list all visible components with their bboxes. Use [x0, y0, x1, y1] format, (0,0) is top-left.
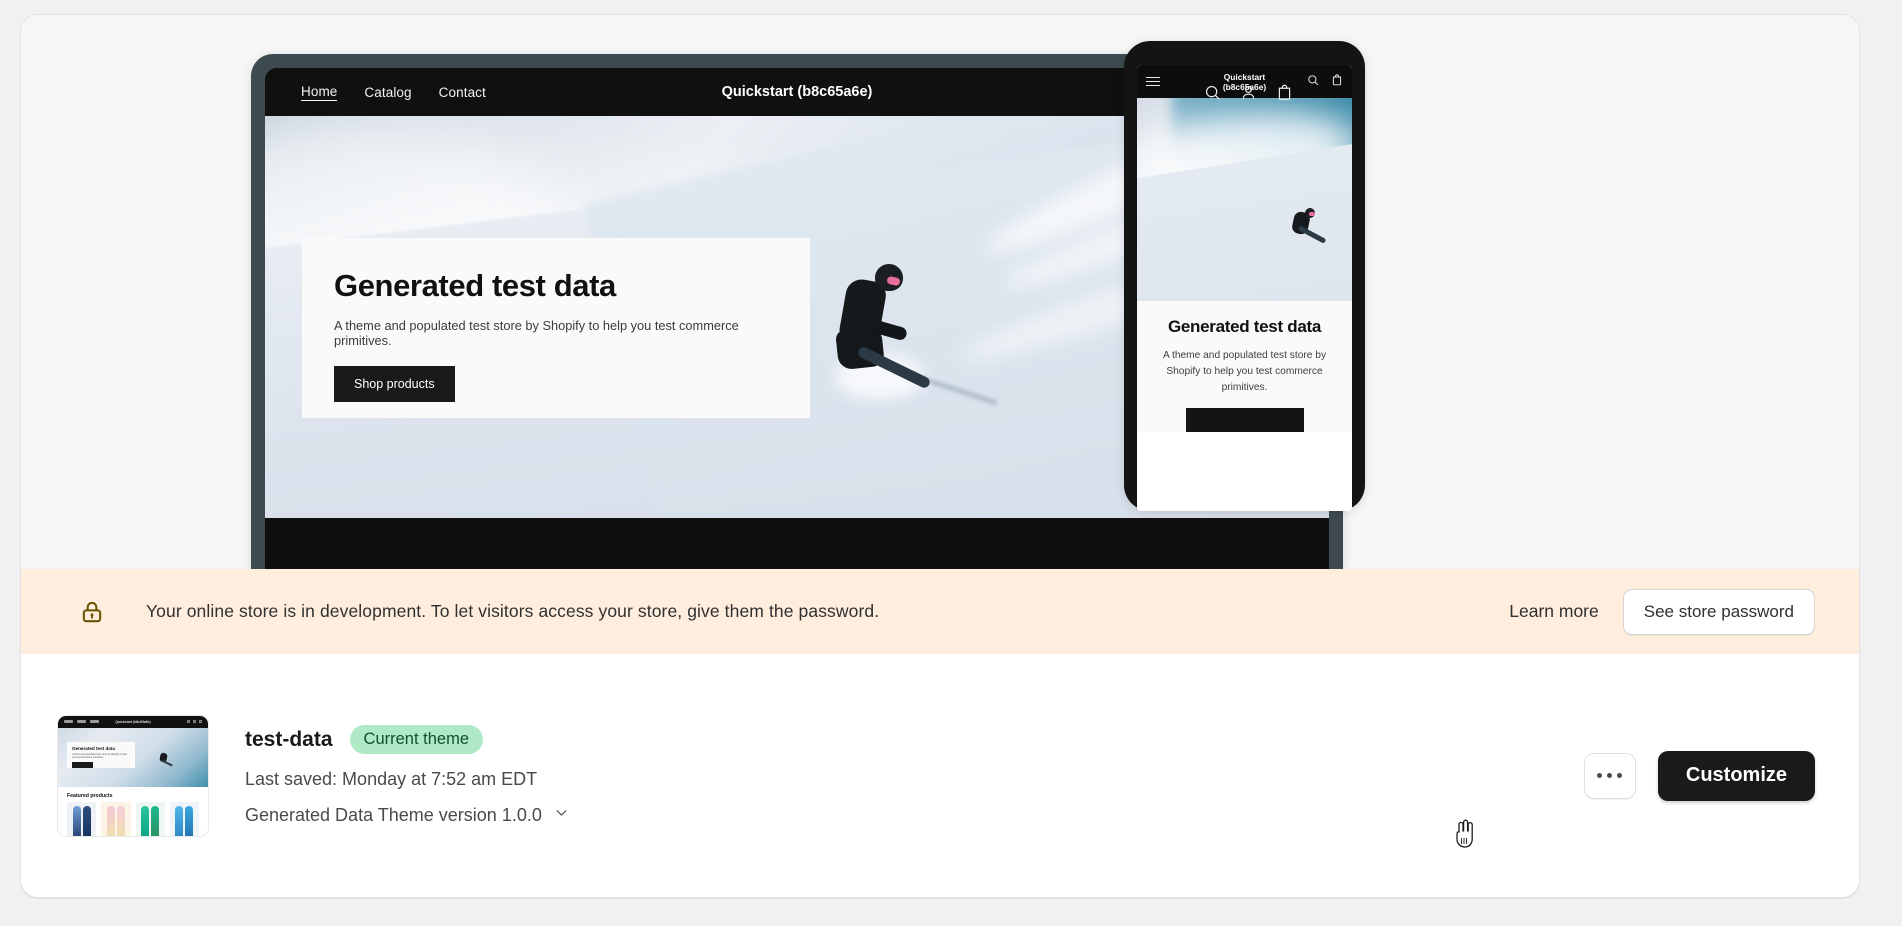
nav-link-home[interactable]: Home — [301, 84, 338, 101]
more-actions-button[interactable] — [1583, 752, 1636, 799]
thumbnail-hero: Generated test data A theme and populate… — [58, 727, 208, 787]
theme-row-actions: Customize — [1583, 750, 1815, 801]
thumbnail-product — [135, 801, 165, 836]
theme-name-row: test-data Current theme — [245, 725, 570, 754]
storefront-mobile-nav-icons — [1307, 73, 1343, 91]
search-icon[interactable] — [1204, 84, 1221, 101]
storefront-hero-card: Generated test data A theme and populate… — [302, 238, 810, 418]
theme-last-saved: Last saved: Monday at 7:52 am EDT — [245, 769, 538, 789]
thumbnail-store-title: Quickstart (b8c65a6e) — [115, 719, 151, 724]
cart-icon[interactable] — [1276, 84, 1293, 101]
theme-info: test-data Current theme Last saved: Mond… — [245, 725, 570, 826]
thumbnail-navbar: Quickstart (b8c65a6e) — [58, 715, 208, 728]
banner-actions: Learn more See store password — [1509, 588, 1815, 635]
mobile-hero-image — [1137, 98, 1352, 301]
dot — [1617, 773, 1623, 778]
customize-button[interactable]: Customize — [1657, 750, 1815, 801]
theme-thumbnail[interactable]: Quickstart (b8c65a6e) Generated test dat… — [57, 714, 209, 837]
hero-subtitle: A theme and populated test store by Shop… — [334, 318, 739, 348]
mobile-preview-screen: Quickstart (b8c65a6e) Generated test dat… — [1137, 65, 1352, 511]
thumbnail-hero-title: Generated test data — [72, 745, 115, 751]
theme-preview-card: Home Catalog Contact Quickstart (b8c65a6… — [20, 14, 1860, 898]
banner-message: Your online store is in development. To … — [146, 601, 880, 621]
development-store-banner: Your online store is in development. To … — [21, 569, 1859, 654]
mobile-preview-device: Quickstart (b8c65a6e) Generated test dat… — [1124, 41, 1365, 511]
thumbnail-hero-subtitle: A theme and populated test store by Shop… — [72, 752, 127, 759]
mobile-hero-title: Generated test data — [1167, 317, 1322, 336]
current-theme-badge: Current theme — [349, 725, 483, 754]
nav-link-catalog[interactable]: Catalog — [364, 85, 411, 100]
chevron-down-icon[interactable] — [553, 804, 570, 826]
storefront-nav-links: Home Catalog Contact — [301, 84, 486, 101]
dot — [1607, 773, 1613, 778]
mobile-hero-subtitle: A theme and populated test store by Shop… — [1162, 350, 1327, 393]
nav-link-contact[interactable]: Contact — [439, 85, 486, 100]
theme-row: Quickstart (b8c65a6e) Generated test dat… — [21, 654, 1859, 897]
mobile-hero-content: Generated test data A theme and populate… — [1137, 301, 1352, 432]
mobile-shop-products-button[interactable] — [1185, 408, 1304, 432]
thumbnail-snowboarder-icon — [158, 751, 173, 768]
theme-version-toggle[interactable]: Generated Data Theme version 1.0.0 — [245, 804, 570, 826]
hamburger-icon[interactable] — [1146, 76, 1160, 87]
hero-title: Generated test data — [334, 268, 616, 303]
search-icon[interactable] — [1307, 73, 1319, 91]
snowboarder-illustration — [825, 258, 998, 405]
storefront-nav-icons — [1204, 84, 1293, 101]
thumbnail-product — [101, 801, 131, 836]
account-icon[interactable] — [1240, 84, 1257, 101]
lock-icon — [79, 599, 105, 625]
thumbnail-section-title: Featured products — [58, 786, 208, 802]
snowboarder-illustration — [1289, 208, 1327, 248]
shop-products-button[interactable]: Shop products — [334, 366, 455, 402]
theme-version-label: Generated Data Theme version 1.0.0 — [245, 804, 542, 825]
thumbnail-product-grid — [58, 801, 208, 836]
cart-icon[interactable] — [1331, 73, 1343, 91]
learn-more-link[interactable]: Learn more — [1509, 601, 1599, 622]
preview-stage: Home Catalog Contact Quickstart (b8c65a6… — [21, 15, 1859, 569]
dot — [1597, 773, 1603, 778]
theme-name: test-data — [245, 727, 333, 751]
thumbnail-product — [67, 801, 97, 836]
see-store-password-button[interactable]: See store password — [1622, 588, 1815, 635]
thumbnail-hero-card: Generated test data A theme and populate… — [67, 741, 135, 768]
thumbnail-hero-button — [72, 761, 93, 768]
thumbnail-product — [169, 801, 199, 836]
